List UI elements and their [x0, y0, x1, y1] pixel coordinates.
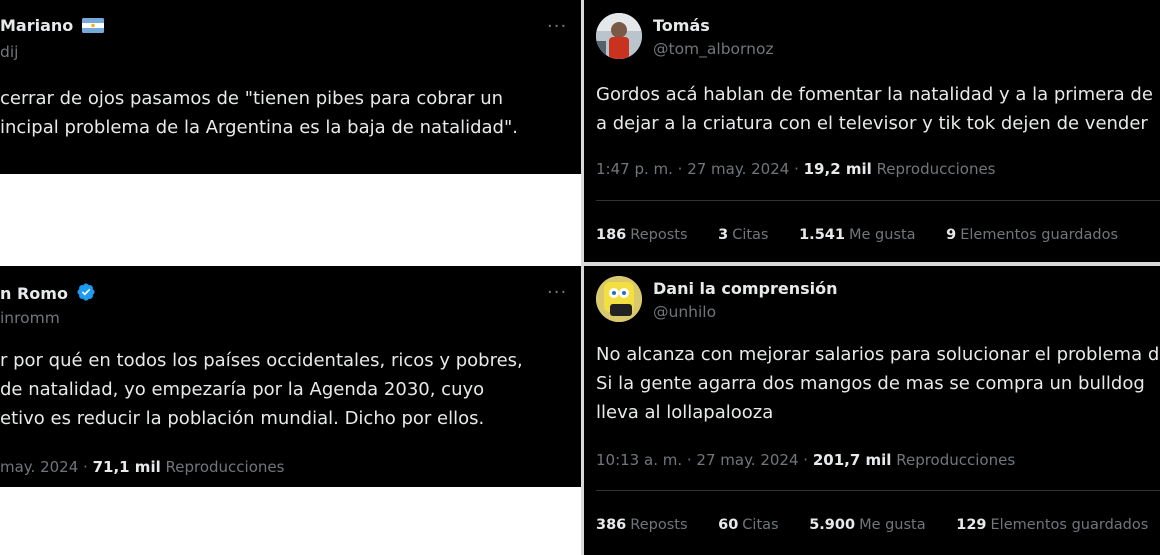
- timestamp[interactable]: 1:47 p. m. · 27 may. 2024 ·: [596, 160, 799, 178]
- tweet-tomas[interactable]: Tomás @tom_albornoz Gordos acá hablan de…: [584, 0, 1160, 262]
- argentina-flag-icon: [82, 18, 105, 33]
- tweet-meta: may. 2024 · 71,1 mil Reproducciones: [0, 458, 284, 476]
- views-count: 19,2 mil: [803, 160, 872, 178]
- quotes-stat[interactable]: 3 Citas: [718, 227, 768, 243]
- tweet-mariano[interactable]: Mariano dij ··· cerrar de ojos pasamos d…: [0, 0, 581, 174]
- user-name[interactable]: Tomás: [653, 16, 710, 35]
- divider: [596, 490, 1160, 491]
- tweet-meta: 1:47 p. m. · 27 may. 2024 · 19,2 mil Rep…: [596, 160, 996, 178]
- stats-row: 186 Reposts 3 Citas 1.541 Me gusta 9 Element…: [596, 227, 1144, 243]
- avatar[interactable]: [596, 276, 642, 322]
- tweet-meta: 10:13 a. m. · 27 may. 2024 · 201,7 mil R…: [596, 451, 1015, 469]
- timestamp[interactable]: may. 2024 ·: [0, 458, 88, 476]
- tweet-dani[interactable]: Dani la comprensión @unhilo No alcanza c…: [584, 266, 1160, 555]
- views-label: Reproducciones: [876, 160, 996, 178]
- tweet-line-3: lleva al lollapalooza: [596, 402, 774, 423]
- tweet-line-2: de natalidad, yo empezaría por la Agenda…: [0, 379, 485, 400]
- user-name[interactable]: Dani la comprensión: [653, 279, 838, 298]
- user-header: Mariano: [0, 16, 105, 35]
- more-options-icon[interactable]: ···: [547, 282, 567, 303]
- likes-stat[interactable]: 5.900 Me gusta: [809, 517, 925, 533]
- reposts-stat[interactable]: 386 Reposts: [596, 517, 688, 533]
- tweet-line-1: cerrar de ojos pasamos de "tienen pibes …: [0, 88, 504, 109]
- views-count: 71,1 mil: [92, 458, 161, 476]
- views-label: Reproducciones: [165, 458, 285, 476]
- user-handle[interactable]: dij: [0, 43, 18, 61]
- user-header: n Romo: [0, 282, 96, 303]
- timestamp[interactable]: 10:13 a. m. · 27 may. 2024 ·: [596, 451, 808, 469]
- tweet-line-2: incipal problema de la Argentina es la b…: [0, 117, 518, 138]
- tweet-line-2: a dejar a la criatura con el televisor y…: [596, 113, 1148, 134]
- user-handle[interactable]: inromm: [0, 309, 60, 327]
- tweet-line-2: Si la gente agarra dos mangos de mas se …: [596, 373, 1145, 394]
- bookmarks-stat[interactable]: 9 Elementos guardados: [946, 227, 1118, 243]
- user-handle[interactable]: @tom_albornoz: [653, 40, 774, 58]
- tweet-line-1: Gordos acá hablan de fomentar la natalid…: [596, 84, 1153, 105]
- user-name[interactable]: Mariano: [0, 16, 73, 35]
- verified-badge-icon: [76, 282, 96, 302]
- avatar[interactable]: [596, 13, 642, 59]
- views-label: Reproducciones: [896, 451, 1016, 469]
- more-options-icon[interactable]: ···: [547, 16, 567, 37]
- tweet-romo[interactable]: n Romo inromm ··· r por qué en todos los…: [0, 266, 581, 487]
- user-handle[interactable]: @unhilo: [653, 303, 716, 321]
- divider: [596, 200, 1160, 201]
- likes-stat[interactable]: 1.541 Me gusta: [799, 227, 915, 243]
- bookmarks-stat[interactable]: 129 Elementos guardados: [956, 517, 1148, 533]
- tweet-line-3: etivo es reducir la población mundial. D…: [0, 408, 485, 429]
- reposts-stat[interactable]: 186 Reposts: [596, 227, 688, 243]
- stats-row: 386 Reposts 60 Citas 5.900 Me gusta 129 Elem…: [596, 517, 1160, 533]
- quotes-stat[interactable]: 60 Citas: [718, 517, 778, 533]
- tweet-line-1: No alcanza con mejorar salarios para sol…: [596, 344, 1160, 365]
- user-name[interactable]: n Romo: [0, 284, 68, 303]
- views-count: 201,7 mil: [812, 451, 892, 469]
- tweet-line-1: r por qué en todos los países occidental…: [0, 350, 523, 371]
